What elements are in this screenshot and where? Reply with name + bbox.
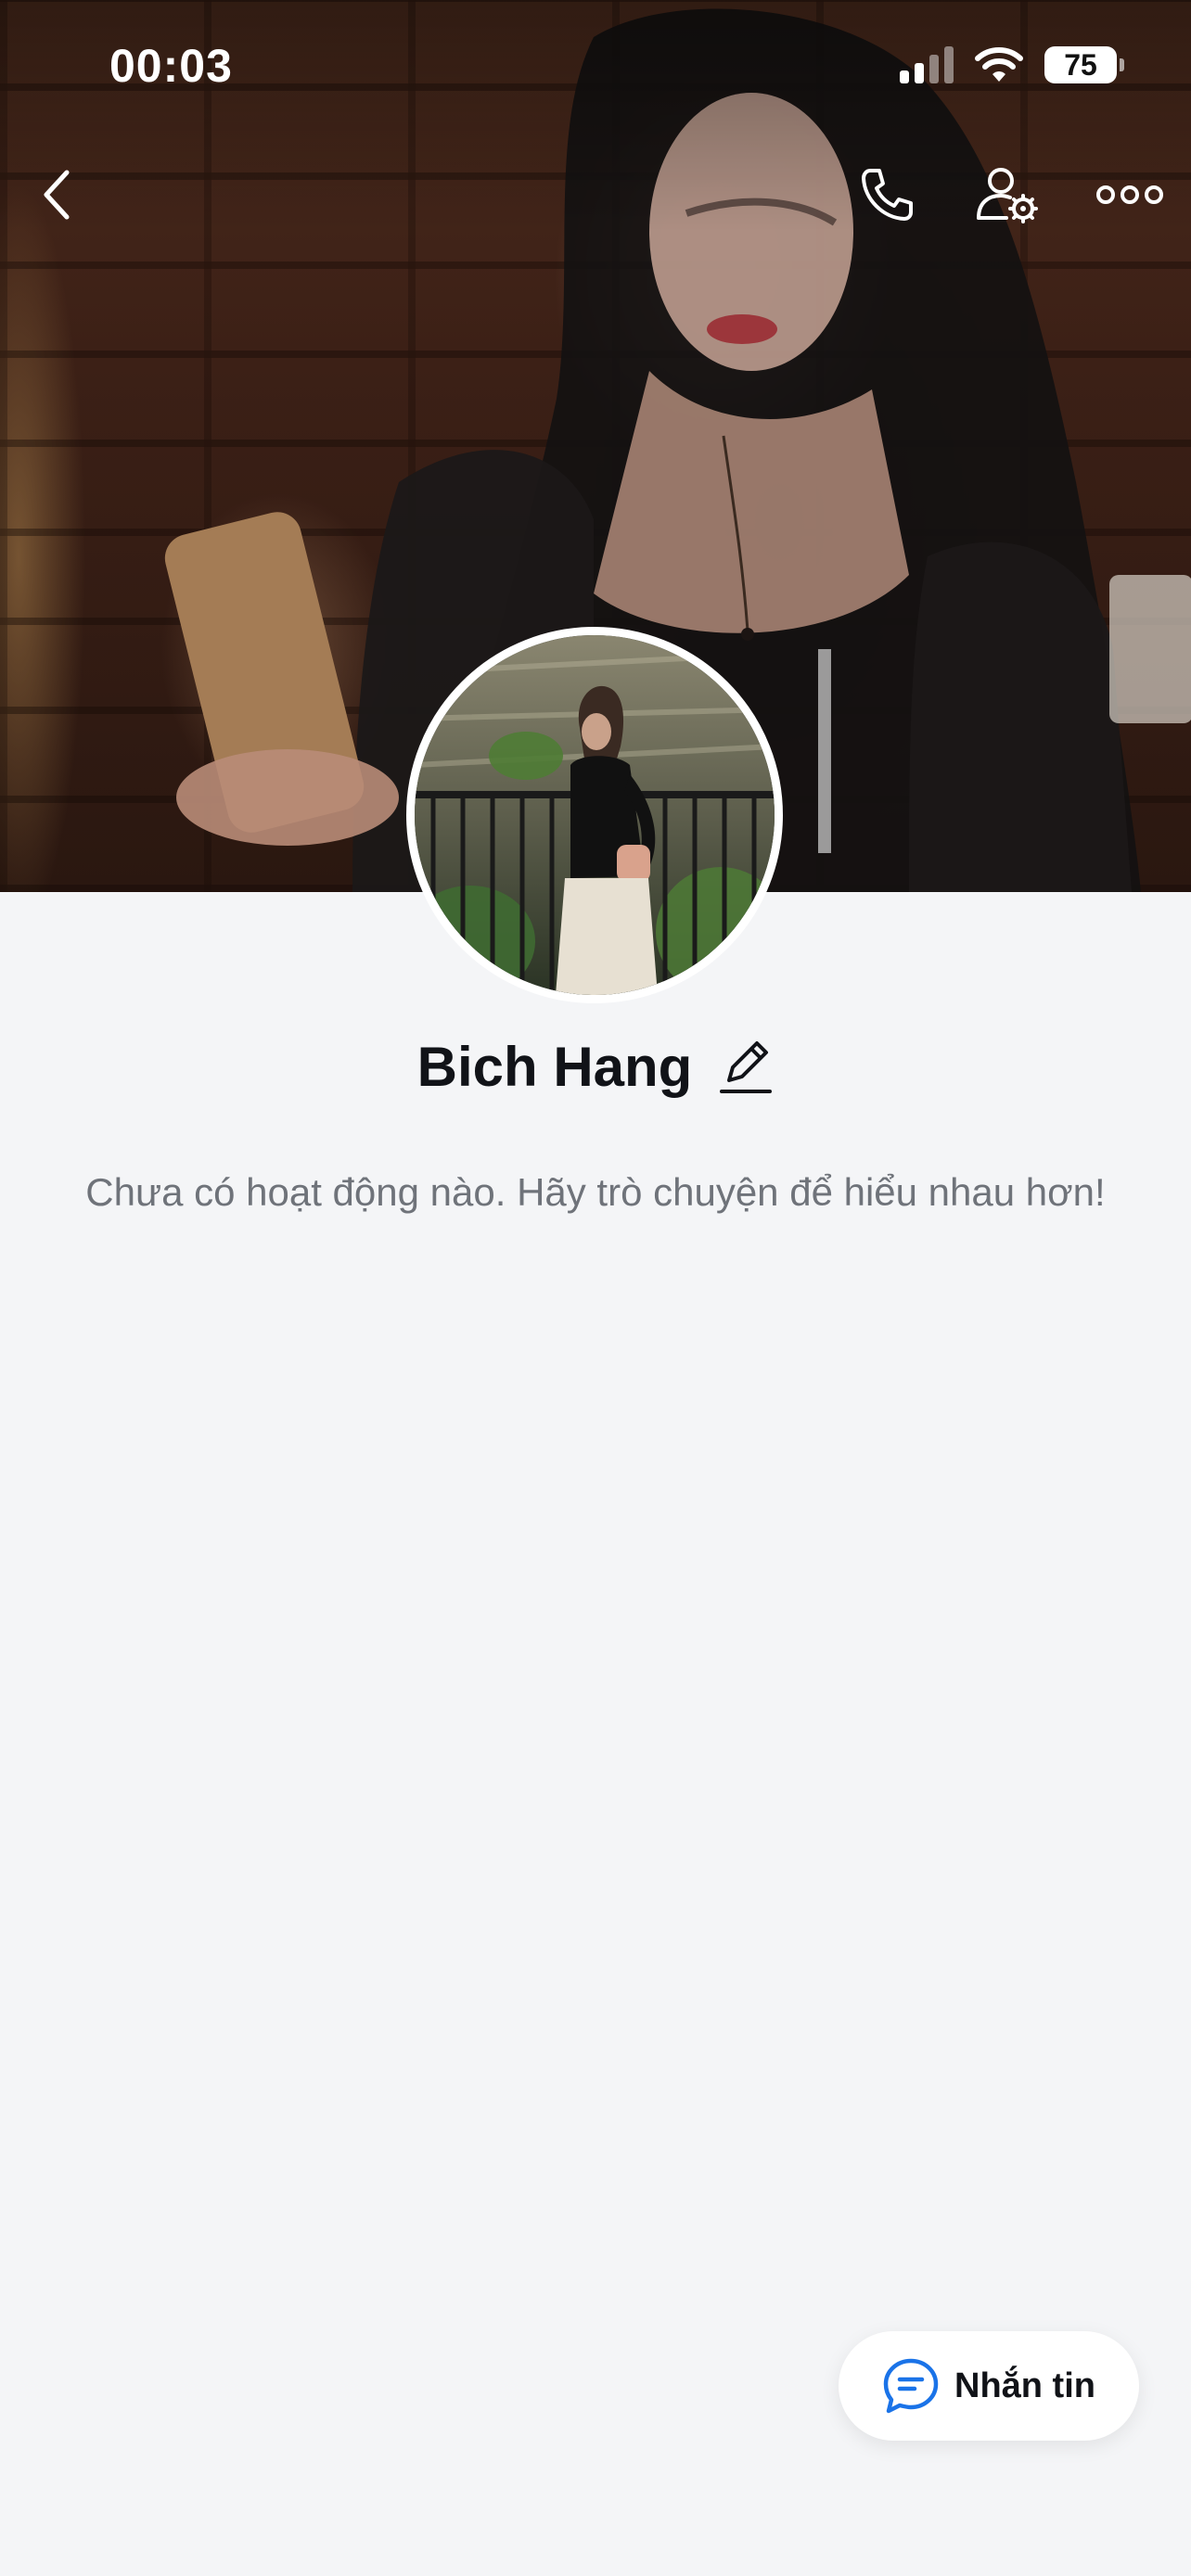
avatar-photo bbox=[415, 635, 775, 995]
back-button[interactable] bbox=[11, 148, 104, 241]
message-button-label: Nhắn tin bbox=[954, 2366, 1095, 2405]
battery-indicator: 75 bbox=[1044, 46, 1124, 83]
call-button[interactable] bbox=[840, 148, 933, 241]
profile-name: Bich Hang bbox=[416, 1035, 693, 1098]
status-indicators: 75 bbox=[900, 46, 1124, 83]
more-options-button[interactable] bbox=[1083, 148, 1176, 241]
phone-icon bbox=[862, 169, 913, 221]
profile-settings-button[interactable] bbox=[961, 148, 1054, 241]
profile-screen: 00:03 75 Bich Hang Chưa có hoạt động nào… bbox=[0, 0, 1191, 2576]
avatar[interactable] bbox=[406, 627, 783, 1003]
status-time: 00:03 bbox=[109, 40, 233, 92]
top-navigation bbox=[0, 148, 1191, 241]
chevron-left-icon bbox=[44, 170, 70, 220]
user-gear-icon bbox=[977, 168, 1038, 223]
status-bar: 00:03 75 bbox=[0, 0, 1191, 130]
wifi-icon bbox=[975, 47, 1023, 82]
chat-bubble-icon bbox=[883, 2358, 939, 2414]
cellular-signal-icon bbox=[900, 46, 954, 83]
profile-name-row: Bich Hang bbox=[0, 1027, 1191, 1105]
empty-activity-text: Chưa có hoạt động nào. Hãy trò chuyện để… bbox=[85, 1170, 1106, 1214]
more-horizontal-icon bbox=[1096, 185, 1163, 204]
pencil-icon bbox=[720, 1041, 773, 1093]
message-button[interactable]: Nhắn tin bbox=[839, 2331, 1139, 2441]
edit-name-button[interactable] bbox=[718, 1036, 774, 1097]
